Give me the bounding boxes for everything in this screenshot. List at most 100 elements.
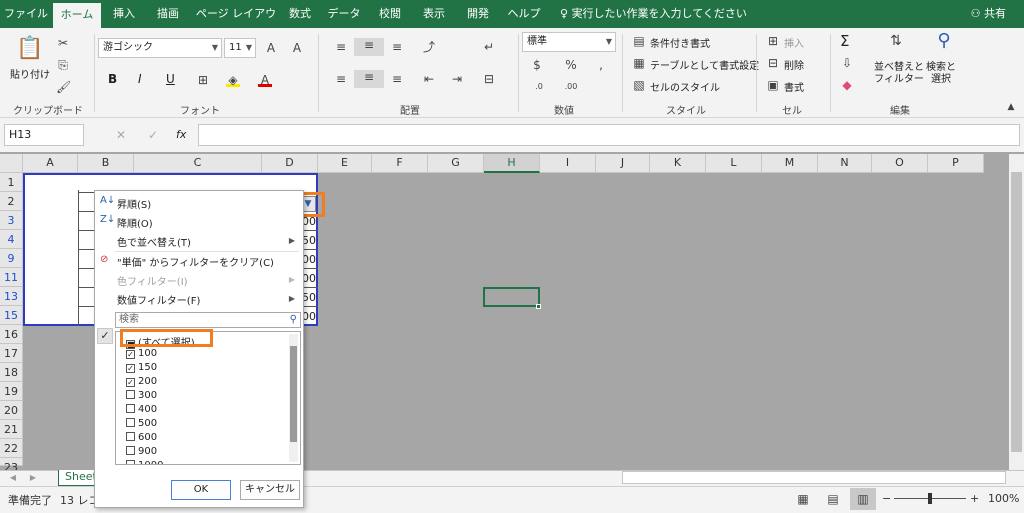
- checkbox-checked[interactable]: ✓: [126, 350, 135, 359]
- tab-formulas[interactable]: 数式: [284, 0, 316, 28]
- filter-values-list[interactable]: ■(すべて選択) ✓100✓150✓2003004005006009001000: [115, 331, 301, 465]
- row-header-23[interactable]: 23: [0, 458, 23, 474]
- zoom-in-button[interactable]: +: [970, 492, 979, 505]
- align-bottom-icon[interactable]: ≡: [390, 40, 404, 54]
- tab-developer[interactable]: 開発: [460, 0, 496, 28]
- underline-button[interactable]: U: [166, 72, 175, 86]
- filter-value-item[interactable]: 500: [126, 418, 157, 429]
- accounting-icon[interactable]: $: [530, 58, 544, 72]
- bold-button[interactable]: B: [108, 72, 117, 86]
- share-button[interactable]: ⚇ 共有: [971, 0, 1006, 28]
- active-cell[interactable]: [483, 287, 540, 307]
- scroll-right-icon[interactable]: ▶: [26, 471, 40, 485]
- zoom-out-button[interactable]: −: [882, 492, 891, 505]
- sort-descending-item[interactable]: 降順(O): [117, 215, 153, 230]
- comma-icon[interactable]: ,: [594, 58, 608, 72]
- fill-handle[interactable]: [536, 304, 541, 309]
- filter-value-item[interactable]: 300: [126, 390, 157, 401]
- align-left-icon[interactable]: ≡: [334, 72, 348, 86]
- row-header-15[interactable]: 15: [0, 306, 23, 325]
- font-size-combo[interactable]: 11 ▼: [224, 38, 256, 58]
- number-filter-item[interactable]: 数値フィルター(F): [117, 292, 200, 307]
- enter-formula-icon[interactable]: ✓: [146, 128, 160, 142]
- checkbox-checked[interactable]: ✓: [126, 378, 135, 387]
- column-header-l[interactable]: L: [706, 154, 762, 173]
- sort-ascending-item[interactable]: 昇順(S): [117, 196, 151, 211]
- column-header-p[interactable]: P: [928, 154, 984, 173]
- checkbox-unchecked[interactable]: [126, 460, 135, 464]
- sheet-tab[interactable]: Sheet: [58, 470, 98, 486]
- vertical-scrollbar-thumb[interactable]: [1011, 172, 1022, 452]
- number-format-combo[interactable]: 標準 ▼: [522, 32, 616, 52]
- checkbox-unchecked[interactable]: [126, 432, 135, 441]
- column-header-m[interactable]: M: [762, 154, 818, 173]
- copy-icon[interactable]: ⎘: [56, 58, 70, 72]
- decrease-font-icon[interactable]: A: [290, 41, 304, 55]
- page-layout-view-icon[interactable]: ▤: [826, 492, 840, 506]
- tab-insert[interactable]: 挿入: [106, 0, 142, 28]
- increase-decimal-icon[interactable]: .0: [532, 80, 546, 94]
- cancel-formula-icon[interactable]: ✕: [114, 128, 128, 142]
- column-header-c[interactable]: C: [134, 154, 262, 173]
- tell-me-box[interactable]: ♀ 実行したい作業を入力してください: [560, 0, 747, 28]
- italic-button[interactable]: I: [138, 72, 142, 86]
- decrease-decimal-icon[interactable]: .00: [564, 80, 578, 94]
- align-middle-icon[interactable]: ≡: [354, 38, 384, 56]
- row-header-18[interactable]: 18: [0, 363, 23, 382]
- scroll-left-icon[interactable]: ◀: [6, 471, 20, 485]
- column-header-a[interactable]: A: [23, 154, 78, 173]
- sort-filter-button[interactable]: 並べ替えと フィルター: [874, 62, 924, 86]
- filter-value-item[interactable]: 600: [126, 432, 157, 443]
- row-header-19[interactable]: 19: [0, 382, 23, 401]
- tab-help[interactable]: ヘルプ: [504, 0, 544, 28]
- tab-draw[interactable]: 描画: [150, 0, 186, 28]
- decrease-indent-icon[interactable]: ⇤: [422, 72, 436, 86]
- collapse-ribbon-icon[interactable]: ▲: [1004, 100, 1018, 114]
- row-header-13[interactable]: 13: [0, 287, 23, 306]
- checkbox-unchecked[interactable]: [126, 390, 135, 399]
- column-header-i[interactable]: I: [540, 154, 596, 173]
- page-break-view-button[interactable]: ▥: [850, 488, 876, 510]
- orientation-icon[interactable]: ⤴: [422, 40, 436, 54]
- insert-function-button[interactable]: fx: [176, 128, 186, 141]
- checkbox-unchecked[interactable]: [126, 418, 135, 427]
- paste-button[interactable]: 貼り付け: [10, 66, 50, 81]
- filter-value-item[interactable]: ✓ 100: [126, 348, 157, 359]
- name-box[interactable]: H13: [4, 124, 84, 146]
- row-header-9[interactable]: 9: [0, 249, 23, 268]
- wrap-text-icon[interactable]: ↵: [482, 40, 496, 54]
- border-icon[interactable]: ⊞: [196, 73, 210, 87]
- horizontal-scrollbar[interactable]: [622, 471, 1006, 484]
- fill-icon[interactable]: ⇩: [840, 56, 854, 70]
- row-header-22[interactable]: 22: [0, 439, 23, 458]
- tab-data[interactable]: データ: [324, 0, 364, 28]
- align-center-icon[interactable]: ≡: [354, 70, 384, 88]
- increase-font-icon[interactable]: A: [264, 41, 278, 55]
- conditional-format-button[interactable]: 条件付き書式: [650, 35, 710, 50]
- column-header-j[interactable]: J: [596, 154, 650, 173]
- autosum-button[interactable]: Σ: [840, 32, 849, 50]
- zoom-slider-thumb[interactable]: [928, 493, 932, 504]
- column-header-g[interactable]: G: [428, 154, 484, 173]
- row-header-17[interactable]: 17: [0, 344, 23, 363]
- find-select-button[interactable]: 検索と 選択: [926, 62, 956, 86]
- filter-search-input[interactable]: 検索 ⚲: [115, 312, 301, 328]
- format-as-table-button[interactable]: テーブルとして書式設定: [650, 57, 759, 72]
- sort-by-color-item[interactable]: 色で並べ替え(T): [117, 234, 191, 249]
- row-header-2[interactable]: 2: [0, 192, 23, 211]
- align-top-icon[interactable]: ≡: [334, 40, 348, 54]
- row-header-20[interactable]: 20: [0, 401, 23, 420]
- select-all-corner[interactable]: [0, 154, 23, 173]
- filter-value-item[interactable]: 400: [126, 404, 157, 415]
- row-header-1[interactable]: 1: [0, 173, 23, 192]
- fill-color-icon[interactable]: ◈: [226, 73, 240, 87]
- row-header-3[interactable]: 3: [0, 211, 23, 230]
- checkbox-checked[interactable]: ✓: [126, 364, 135, 373]
- filter-value-item[interactable]: ✓ 150: [126, 362, 157, 373]
- tab-view[interactable]: 表示: [416, 0, 452, 28]
- column-header-k[interactable]: K: [650, 154, 706, 173]
- normal-view-icon[interactable]: ▦: [796, 492, 810, 506]
- merge-center-icon[interactable]: ⊟: [482, 72, 496, 86]
- tab-file[interactable]: ファイル: [4, 0, 48, 28]
- row-header-16[interactable]: 16: [0, 325, 23, 344]
